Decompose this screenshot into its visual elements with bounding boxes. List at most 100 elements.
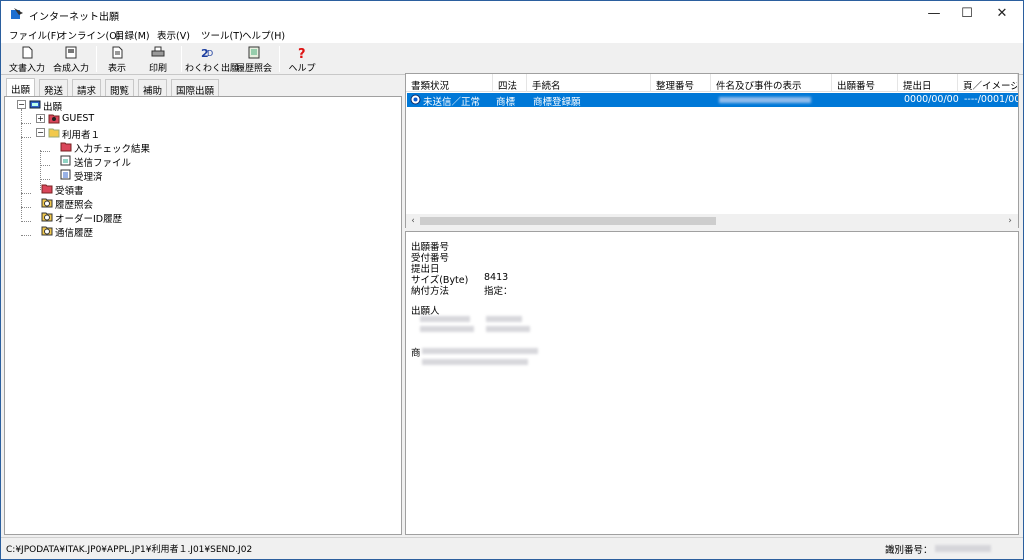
clock-folder-icon — [41, 198, 53, 208]
column-header[interactable]: 手続名 — [527, 74, 651, 92]
column-header[interactable]: 四法 — [493, 74, 527, 92]
detail-panel: 出願番号 受付番号 提出日 サイズ(Byte) 8413 納付方法 指定： 出願… — [405, 231, 1019, 535]
scroll-left-icon[interactable]: ‹ — [407, 215, 419, 227]
payment-label: 納付方法 — [411, 286, 450, 297]
tree-item-history-lookup[interactable]: 履歴照会 — [41, 196, 121, 211]
app-window: インターネット出願 — ☐ ✕ ファイル(F) オンライン(O) 目録(M) 表… — [0, 0, 1024, 560]
column-header[interactable]: 整理番号 — [651, 74, 711, 92]
column-header[interactable]: 提出日 — [898, 74, 958, 92]
clock-folder-icon — [41, 226, 53, 236]
cell-law: 商標 — [496, 97, 516, 108]
table-row[interactable]: 未送信／正常 商標 商標登録願 0000/00/00 ----/0001/00 — [407, 93, 1018, 108]
column-header[interactable]: 書類状況 — [406, 74, 493, 92]
window-title: インターネット出願 — [29, 12, 119, 23]
close-button[interactable]: ✕ — [982, 1, 1022, 27]
red-folder-icon — [41, 184, 53, 194]
compose-input-button[interactable]: 合成入力 — [49, 45, 93, 74]
tree-item-user1[interactable]: 利用者１ — [48, 126, 128, 141]
toolbar-separator — [279, 46, 280, 72]
menu-view[interactable]: 表示(V) — [157, 28, 190, 42]
tab-filing[interactable]: 出願 — [6, 78, 36, 97]
redacted-text — [420, 326, 474, 332]
toolbar-separator — [96, 46, 97, 72]
tab-strip: 出願 発送 請求 閲覧 補助 国際出願 — [4, 78, 402, 97]
tree-item-check-result[interactable]: 入力チェック結果 — [60, 140, 170, 155]
compose-icon — [65, 46, 77, 59]
tree-connector — [21, 207, 31, 208]
menu-online[interactable]: オンライン(O) — [58, 28, 120, 42]
list-header: 書類状況 四法 手続名 整理番号 件名及び事件の表示 出願番号 提出日 頁／イメ… — [406, 74, 1018, 92]
menu-bar: ファイル(F) オンライン(O) 目録(M) 表示(V) ツール(T) ヘルプ(… — [1, 27, 1023, 43]
title-bar: インターネット出願 — ☐ ✕ — [1, 1, 1023, 27]
scroll-thumb[interactable] — [420, 217, 716, 225]
svg-text:?: ? — [298, 47, 306, 59]
svg-text:D: D — [207, 49, 213, 58]
horizontal-scrollbar[interactable]: ‹ › — [406, 214, 1018, 228]
document-icon — [22, 46, 33, 59]
redacted-text — [422, 348, 538, 354]
tree-connector — [40, 165, 50, 166]
tab-assist[interactable]: 補助 — [138, 79, 168, 97]
applicant-label: 出願人 — [411, 306, 440, 317]
expand-toggle[interactable]: + — [36, 114, 45, 123]
computer-folder-icon — [29, 100, 41, 109]
view-button[interactable]: 表示 — [101, 45, 133, 74]
tab-request[interactable]: 請求 — [72, 79, 102, 97]
cell-date: 0000/00/00 — [904, 94, 959, 105]
redacted-id — [935, 545, 991, 552]
tree-item-received[interactable]: 受理済 — [60, 168, 170, 183]
collapse-toggle[interactable]: − — [17, 100, 26, 109]
view-icon — [112, 46, 123, 59]
cell-procedure: 商標登録願 — [533, 97, 581, 108]
tree-item-comm-history[interactable]: 通信履歴 — [41, 224, 121, 239]
tab-dispatch[interactable]: 発送 — [39, 79, 69, 97]
document-list: 書類状況 四法 手続名 整理番号 件名及び事件の表示 出願番号 提出日 頁／イメ… — [405, 73, 1019, 228]
left-pane: 出願 発送 請求 閲覧 補助 国際出願 − 出願 + GUEST − 利用者１ … — [4, 77, 402, 535]
folder-tree: − 出願 + GUEST − 利用者１ 入力チェック結果 送信ファイル 受理済 … — [4, 96, 402, 535]
print-button[interactable]: 印刷 — [141, 45, 175, 74]
tree-item-receipt[interactable]: 受領書 — [41, 182, 121, 197]
tab-browse[interactable]: 閲覧 — [105, 79, 135, 97]
doc-input-button[interactable]: 文書入力 — [5, 45, 49, 74]
toolbar: 文書入力 合成入力 表示 印刷 2D わくわく出願 履歴照会 ? ヘルプ — [1, 43, 1023, 75]
tree-connector — [21, 109, 22, 219]
collapse-toggle[interactable]: − — [36, 128, 45, 137]
app-icon — [11, 8, 23, 19]
history-button[interactable]: 履歴照会 — [233, 45, 275, 74]
maximize-button[interactable]: ☐ — [947, 1, 987, 27]
column-header[interactable]: 件名及び事件の表示 — [711, 74, 832, 92]
column-header[interactable]: 頁／イメージ 数 — [958, 74, 1018, 92]
guest-folder-icon — [48, 114, 60, 124]
tree-connector — [21, 235, 31, 236]
history-icon — [248, 46, 260, 59]
cell-status: 未送信／正常 — [423, 97, 481, 108]
payment-value: 指定： — [484, 286, 513, 297]
easy-filing-button[interactable]: 2D わくわく出願 — [185, 45, 239, 74]
status-circle-icon — [410, 94, 421, 105]
trademark-prefix: 商 — [411, 348, 421, 359]
status-id-label: 識別番号： — [885, 545, 933, 556]
tree-item-send-file[interactable]: 送信ファイル — [60, 154, 170, 169]
redacted-text — [486, 326, 530, 332]
menu-help[interactable]: ヘルプ(H) — [242, 28, 285, 42]
tree-item-order-id-history[interactable]: オーダーID履歴 — [41, 210, 141, 225]
status-path: C:¥JPODATA¥ITAK.JP0¥APPL.JP1¥利用者１.J01¥SE… — [6, 545, 253, 555]
tree-connector — [21, 221, 31, 222]
redacted-text — [422, 359, 528, 365]
size-value: 8413 — [484, 272, 509, 283]
menu-tools[interactable]: ツール(T) — [201, 28, 243, 42]
toolbar-separator — [181, 46, 182, 72]
tree-item-guest[interactable]: GUEST — [48, 112, 128, 126]
menu-file[interactable]: ファイル(F) — [9, 28, 60, 42]
scroll-right-icon[interactable]: › — [1004, 215, 1016, 227]
red-folder-icon — [60, 142, 72, 152]
tree-item-root[interactable]: 出願 — [29, 98, 109, 113]
send-file-icon — [60, 155, 71, 166]
tab-international[interactable]: 国際出願 — [171, 79, 220, 97]
column-header[interactable]: 出願番号 — [832, 74, 898, 92]
cell-pages: ----/0001/00 — [964, 94, 1018, 105]
menu-catalog[interactable]: 目録(M) — [115, 28, 150, 42]
help-button[interactable]: ? ヘルプ — [285, 45, 319, 74]
tree-connector — [21, 193, 31, 194]
tree-connector — [21, 123, 31, 124]
